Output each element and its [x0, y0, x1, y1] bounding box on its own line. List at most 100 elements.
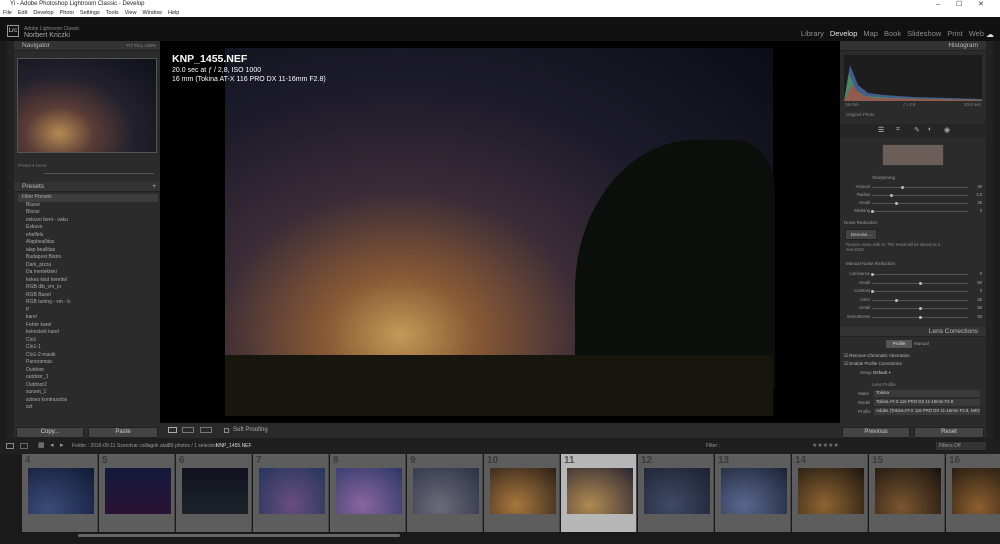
preset-item[interactable]: Budapest Bistro	[18, 254, 158, 262]
navigator-header[interactable]: Navigator FIT FILL 100%	[14, 41, 160, 51]
profile-select[interactable]: Adobe (Tokina AT-X 116 PRO DX 11-16mm F2…	[874, 408, 980, 415]
module-library[interactable]: Library	[801, 29, 824, 38]
preset-item[interactable]: karel	[18, 314, 158, 322]
slider-track[interactable]	[872, 274, 968, 275]
preset-item[interactable]: P	[18, 307, 158, 315]
slider-track[interactable]	[872, 291, 968, 292]
slider-value[interactable]: 0	[970, 288, 982, 293]
preset-item[interactable]: eskuvo bent - vaku	[18, 217, 158, 225]
menu-edit[interactable]: Edit	[18, 10, 27, 16]
filmstrip-scrollbar[interactable]	[78, 534, 400, 537]
slider-value[interactable]: 1.0	[970, 192, 982, 197]
tab-manual[interactable]: Manual	[914, 340, 929, 348]
detail-preview[interactable]	[882, 144, 944, 166]
module-book[interactable]: Book	[884, 29, 901, 38]
thumbnail-image[interactable]	[952, 468, 1000, 514]
preset-item[interactable]: Dark_pizza	[18, 262, 158, 270]
filmstrip-thumbnail[interactable]: 10	[484, 454, 560, 532]
filters-off-select[interactable]: Filters Off	[936, 442, 986, 450]
preset-item[interactable]: Outdoor	[18, 367, 158, 375]
filmstrip-thumbnail[interactable]: 7	[253, 454, 329, 532]
slider-knob[interactable]	[871, 273, 874, 276]
selected-filename[interactable]: KNP_1455.NEF	[216, 438, 252, 454]
back-arrow-icon[interactable]: ◂	[50, 438, 54, 454]
filmstrip-thumbnail[interactable]: 11	[561, 454, 637, 532]
zoom-fit[interactable]: FIT	[126, 43, 133, 48]
thumbnail-image[interactable]	[644, 468, 710, 514]
grid-view-icon[interactable]: ▦	[38, 438, 45, 454]
soft-proofing-checkbox[interactable]	[224, 428, 229, 433]
thumbnail-image[interactable]	[567, 468, 633, 514]
preset-item[interactable]: Panoramaic	[18, 359, 158, 367]
presets-header[interactable]: Presets +	[14, 182, 160, 192]
reset-button[interactable]: Reset	[914, 427, 984, 438]
enable-profile-checkbox[interactable]: ☑ Enable Profile Corrections	[844, 361, 902, 367]
navigator-preview[interactable]	[17, 58, 157, 153]
preset-item[interactable]: szines kontrasztos	[18, 397, 158, 405]
cloud-icon[interactable]: ☁	[986, 30, 994, 39]
denoise-button[interactable]: Denoise...	[845, 229, 877, 240]
zoom-fill[interactable]: FILL	[134, 43, 143, 48]
slider-track[interactable]	[872, 211, 968, 212]
previous-button[interactable]: Previous	[842, 427, 910, 438]
preset-item[interactable]: szt	[18, 404, 158, 412]
filmstrip-thumbnail[interactable]: 15	[869, 454, 945, 532]
preset-item[interactable]: ehelfels	[18, 232, 158, 240]
copy-button[interactable]: Copy...	[16, 427, 84, 438]
model-select[interactable]: Tokina AT-X 116 PRO DX 11-16mm F2.8	[874, 399, 980, 406]
slider-knob[interactable]	[919, 315, 922, 319]
folder-path[interactable]: Folder : 2016-09-11 Szendvar csillagok a…	[72, 438, 169, 454]
thumbnail-image[interactable]	[182, 468, 248, 514]
slider-value[interactable]: 50	[970, 280, 982, 285]
left-panel-edge[interactable]	[7, 41, 14, 438]
close-icon[interactable]: ✕	[978, 0, 984, 9]
filmstrip-thumbnail[interactable]: 6	[176, 454, 252, 532]
preset-item[interactable]: Alapbeallitas	[18, 239, 158, 247]
slider-track[interactable]	[872, 203, 968, 204]
preset-item[interactable]: Fehér karel	[18, 322, 158, 330]
remove-ca-checkbox[interactable]: ☑ Remove Chromatic Aberration	[844, 353, 910, 359]
filmstrip-thumbnail[interactable]: 14	[792, 454, 868, 532]
filmstrip-thumbnail[interactable]: 8	[330, 454, 406, 532]
compare-view-icon[interactable]	[200, 427, 212, 433]
rating-filter-stars[interactable]: ★★★★★	[812, 438, 839, 454]
thumbnail-image[interactable]	[259, 468, 325, 514]
tab-profile[interactable]: Profile	[886, 340, 912, 348]
crop-icon[interactable]: ⌗	[896, 126, 900, 134]
filmstrip-thumbnail[interactable]: 12	[638, 454, 714, 532]
menu-window[interactable]: Window	[142, 10, 162, 16]
thumbnail-image[interactable]	[490, 468, 556, 514]
filmstrip-thumbnail[interactable]: 9	[407, 454, 483, 532]
filmstrip-thumbnail[interactable]: 16	[946, 454, 1000, 532]
menu-photo[interactable]: Photo	[60, 10, 74, 16]
second-window-icon[interactable]	[20, 443, 28, 449]
maximize-icon[interactable]: ☐	[956, 0, 962, 9]
lens-corrections-header[interactable]: Lens Corrections	[840, 327, 986, 337]
preset-item[interactable]: RGB dib_vm_kr	[18, 284, 158, 292]
before-after-icon[interactable]	[182, 427, 194, 433]
slider-value[interactable]: 25	[970, 297, 982, 302]
preset-item[interactable]: RGB tuning - vm - k:	[18, 299, 158, 307]
preset-item[interactable]: Clo1	[18, 337, 158, 345]
slider-track[interactable]	[872, 195, 968, 196]
zoom-100[interactable]: 100%	[144, 43, 156, 48]
filmstrip-thumbnail[interactable]: 5	[99, 454, 175, 532]
slider-value[interactable]: 50	[970, 305, 982, 310]
preset-item[interactable]: sunset_1	[18, 389, 158, 397]
make-select[interactable]: Tokina	[874, 390, 980, 397]
filmstrip-thumbnail[interactable]: 4	[22, 454, 98, 532]
slider-value[interactable]: 0	[970, 208, 982, 213]
preset-item[interactable]: Filter Presets	[18, 194, 158, 202]
redeye-icon[interactable]: ◉	[944, 126, 950, 134]
preset-item[interactable]: outdoor_1	[18, 374, 158, 382]
preset-item[interactable]: kekes kisd kerettel	[18, 277, 158, 285]
menu-help[interactable]: Help	[168, 10, 179, 16]
healing-icon[interactable]: ✎	[914, 126, 920, 134]
module-web[interactable]: Web	[969, 29, 984, 38]
menu-file[interactable]: File	[3, 10, 12, 16]
slider-knob[interactable]	[871, 290, 874, 293]
forward-arrow-icon[interactable]: ▸	[60, 438, 64, 454]
preset-item[interactable]: Da mertekteki	[18, 269, 158, 277]
preset-item[interactable]: alap beallitas	[18, 247, 158, 255]
thumbnail-image[interactable]	[28, 468, 94, 514]
